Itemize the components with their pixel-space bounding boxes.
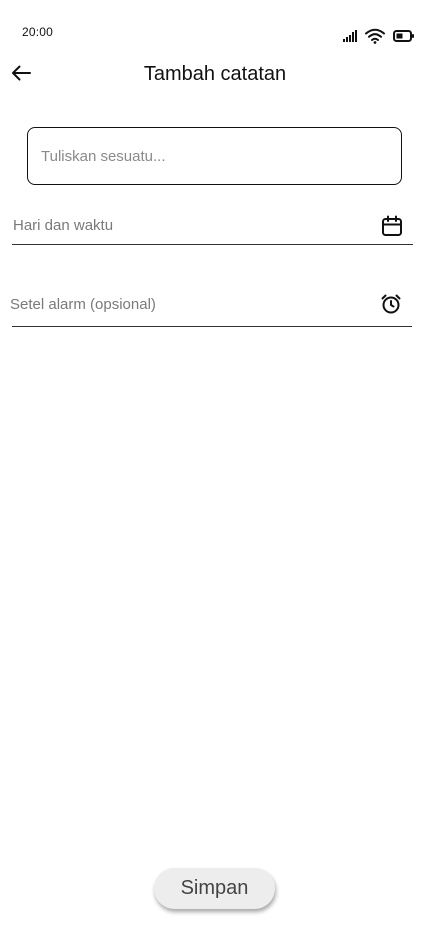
note-input[interactable] (27, 127, 402, 185)
datetime-field[interactable]: Hari dan waktu (12, 207, 413, 245)
save-button[interactable]: Simpan (154, 868, 275, 909)
alarm-clock-icon[interactable] (379, 292, 403, 316)
calendar-icon[interactable] (380, 214, 404, 238)
status-icons (343, 26, 414, 46)
page-title: Tambah catatan (143, 63, 287, 85)
alarm-field-label: Setel alarm (opsional) (10, 295, 156, 313)
signal-icon (343, 30, 357, 42)
alarm-field[interactable]: Setel alarm (opsional) (10, 282, 412, 327)
datetime-field-label: Hari dan waktu (13, 217, 114, 234)
wifi-icon (365, 28, 385, 44)
add-note-screen: 20:00 Tambah catatan Tuliskan sesuatu...… (0, 0, 430, 932)
status-time: 20:00 (22, 25, 54, 39)
battery-icon (393, 30, 414, 42)
